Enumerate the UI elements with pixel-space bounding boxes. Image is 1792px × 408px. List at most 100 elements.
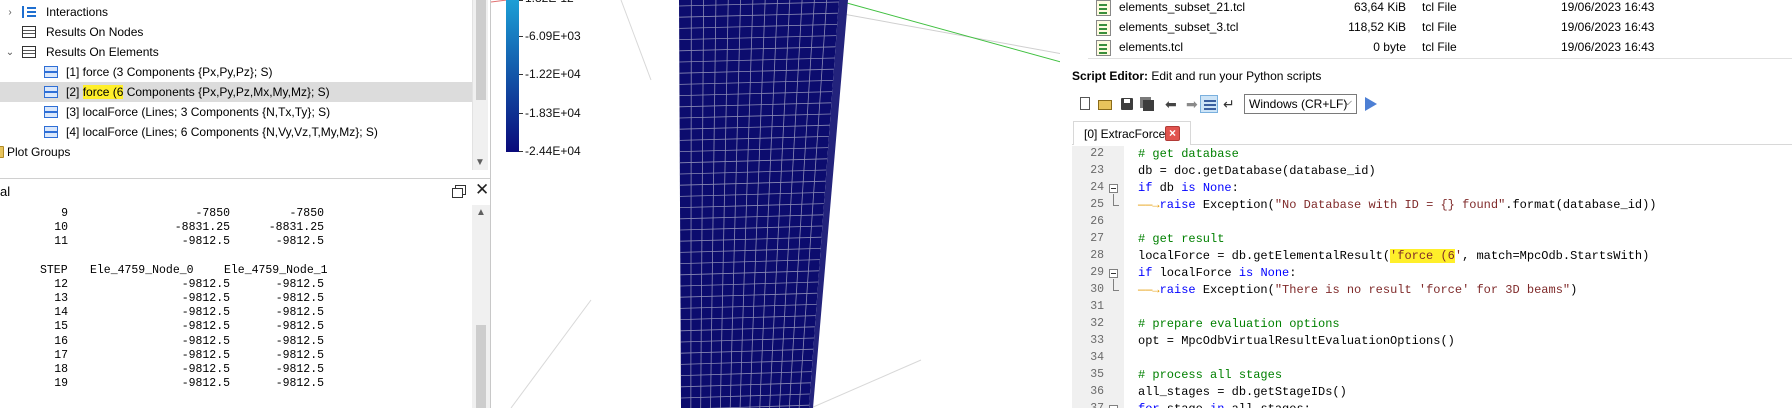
table-cell: 13 [54,292,68,305]
viewport-canvas [491,0,1060,408]
code-line[interactable]: db = doc.getDatabase(database_id) [1138,163,1376,180]
tree-item[interactable]: [2] force (6 Components {Px,Py,Pz,Mx,My,… [0,82,472,102]
save-icon [1121,98,1133,110]
output-scroll-thumb[interactable] [476,325,486,408]
fold-line [1113,279,1114,290]
table-cell: -9812.5 [275,377,324,391]
code-token: for [1138,402,1160,408]
code-line[interactable]: # get result [1138,231,1224,248]
fold-toggle-icon[interactable] [1109,184,1118,193]
code-line[interactable]: all_stages = db.getStageIDs() [1138,384,1347,401]
fold-toggle-icon[interactable] [1109,269,1118,278]
table-cell: -9812.5 [275,348,324,362]
arrow-right-icon: ➡ [1186,96,1198,112]
tree-item[interactable]: [3] localForce (Lines; 3 Components {N,T… [0,102,472,122]
show-whitespace-button[interactable] [1200,95,1218,113]
output-header: al ✕ [0,179,490,205]
tree-scrollbar[interactable]: ▼ [472,0,488,170]
tree-item[interactable]: ⌄ Results On Elements [0,42,472,62]
restore-icon[interactable] [452,185,466,198]
close-icon[interactable]: ✕ [475,181,489,199]
file-row[interactable]: elements.tcl 0 byte tcl File 19/06/2023 16:… [1072,38,1792,58]
close-tab-icon[interactable]: × [1165,126,1180,141]
open-script-button[interactable] [1096,95,1114,113]
table-cell: 16 [54,334,68,348]
table-cell: 14 [54,306,68,320]
tree-item-label: Interactions [46,5,109,19]
tree-item-label: [4] localForce (Lines; 6 Components {N,V… [66,125,378,139]
code-line[interactable]: localForce = db.getElementalResult('forc… [1138,248,1649,265]
code-line[interactable]: # get database [1138,146,1239,163]
code-token: # prepare evaluation options [1138,317,1340,331]
tree-item[interactable]: Results On Nodes [0,22,472,42]
table-cell: 18 [54,363,68,376]
file-type: tcl File [1422,40,1457,54]
table-cell: 19 [54,377,68,391]
table-cell: -9812.5 [275,277,324,291]
3d-viewport[interactable]: 1.82E-12 -6.09E+03 -1.22E+04 -1.83E+04 -2.44… [490,0,1060,408]
script-editor-title: Script Editor: Edit and run your Python … [1072,69,1322,83]
result-icon [22,46,36,58]
table-cell: -9812.5 [181,277,230,291]
save-script-button[interactable] [1118,95,1136,113]
table-cell: -7850 [289,207,324,220]
code-token: Exception( [1195,283,1275,297]
code-line[interactable]: # prepare evaluation options [1138,316,1340,333]
code-line[interactable]: opt = MpcOdbVirtualResultEvaluationOptio… [1138,333,1455,350]
output-scrollbar[interactable]: ▲ [472,205,490,408]
file-row[interactable]: elements_subset_3.tcl 118,52 KiB tcl File 1… [1072,18,1792,38]
tab-extracforce[interactable]: [0] ExtracForce × [1073,121,1191,145]
tree-item[interactable]: [1] force (3 Components {Px,Py,Pz}; S) [0,62,472,82]
line-ending-toggle[interactable]: ↵ [1222,95,1240,113]
scroll-down-icon[interactable]: ▼ [475,157,485,168]
table-cell: 12 [54,277,68,291]
code-token: all_stages = db.getStageIDs() [1138,385,1347,399]
table-cell: -9812.5 [181,235,230,249]
code-line[interactable]: for stage in all_stages: [1138,401,1311,408]
tree-item[interactable]: › Interactions [0,2,472,22]
result-item-icon [44,86,58,98]
return-icon: ↵ [1223,96,1235,112]
table-cell: -9812.5 [275,292,324,305]
code-token: "No Database with ID = {} found" [1274,198,1506,212]
tree-item[interactable]: [4] localForce (Lines; 6 Components {N,V… [0,122,472,142]
new-script-button[interactable] [1076,95,1094,113]
table-cell: 11 [54,235,68,249]
code-token: raise [1159,283,1196,297]
fold-end [1113,290,1119,291]
code-line[interactable]: if localForce is None: [1138,265,1296,282]
tree-item[interactable]: Plot Groups [0,142,472,162]
line-number-gutter: 22 23 24 25 26 27 28 29 30 31 32 33 34 35 36 37 [1072,146,1124,408]
code-line[interactable]: ——→raise Exception("No Database with ID … [1138,197,1657,214]
back-button[interactable]: ⬅ [1164,95,1182,113]
code-token: db = doc.getDatabase(database_id) [1138,164,1376,178]
chevron-down-icon[interactable]: ⌄ [4,46,16,58]
tree-scroll-thumb[interactable] [476,0,486,100]
file-size: 118,52 KiB [1348,20,1406,34]
save-all-button[interactable] [1138,95,1156,113]
table-cell: -9812.5 [181,377,230,391]
code-token: ' [1454,249,1463,263]
code-token: is [1238,266,1254,280]
code-token: if [1138,266,1153,280]
fold-line [1113,194,1114,205]
file-date: 19/06/2023 16:43 [1561,0,1655,14]
axis-y-line [835,0,1060,63]
run-script-button[interactable] [1361,95,1379,113]
file-row[interactable]: elements_subset_21.tcl 63,64 KiB tcl File 1… [1072,0,1792,18]
tree-item-label: [1] force (3 Components {Px,Py,Pz}; S) [66,65,273,79]
code-editor[interactable]: 22 23 24 25 26 27 28 29 30 31 32 33 34 35 36 37 # get d… [1072,146,1792,408]
file-list: elements_subset_21.tcl 63,64 KiB tcl File 1… [1072,0,1792,64]
chevron-right-icon[interactable]: › [4,6,16,18]
code-line[interactable]: # process all stages [1138,367,1282,384]
code-line[interactable]: if db is None: [1138,180,1239,197]
script-tab-bar: [0] ExtracForce × [1072,121,1792,145]
line-ending-select[interactable]: Windows (CR+LF) ⌵ [1244,94,1357,114]
tree-item-label: Results On Nodes [46,25,144,39]
table-cell: -8831.25 [174,221,230,235]
scroll-up-icon[interactable]: ▲ [476,207,486,218]
tree-item-label: [2] force (6 Components {Px,Py,Pz,Mx,My,… [66,85,330,99]
tcl-file-icon [1096,40,1111,56]
beam-mesh [679,0,848,408]
code-line[interactable]: ——→raise Exception("There is no result '… [1138,282,1577,299]
